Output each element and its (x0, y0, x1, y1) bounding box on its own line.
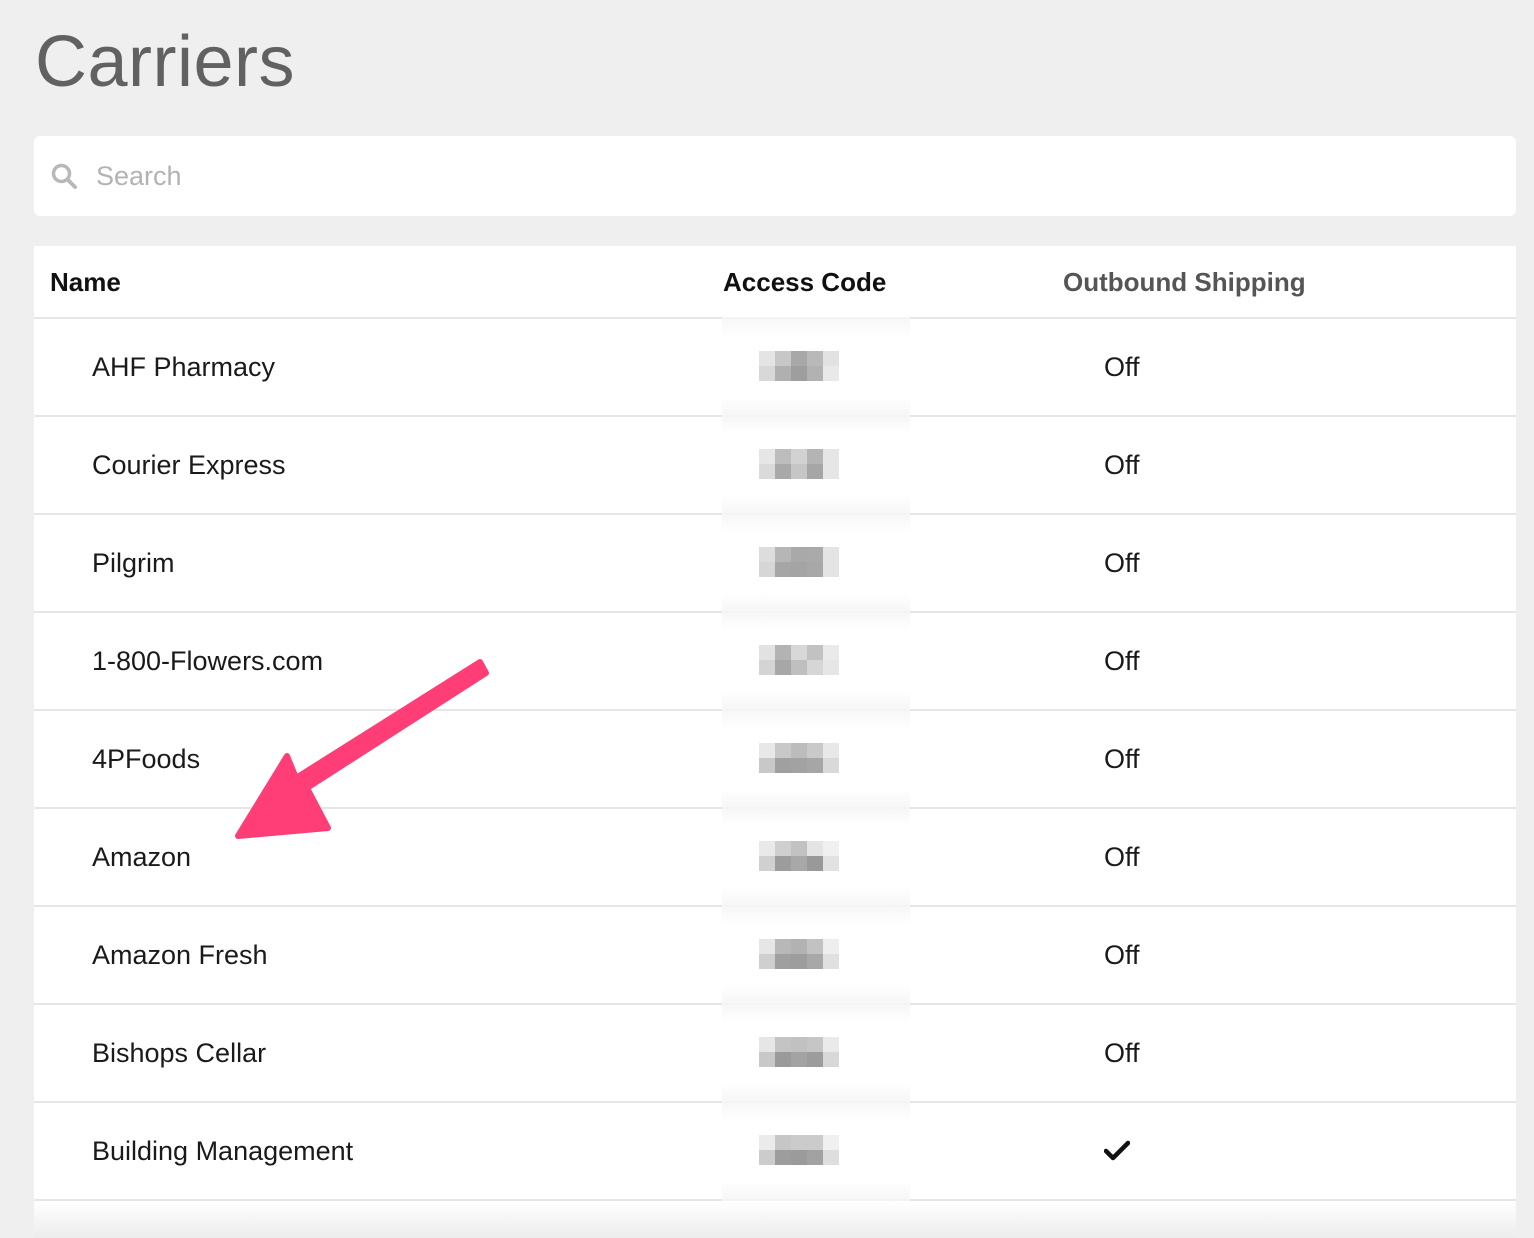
column-header-name[interactable]: Name (50, 266, 121, 298)
access-code-redacted (722, 611, 910, 711)
access-code-redacted (722, 1003, 910, 1103)
column-header-outbound-shipping[interactable]: Outbound Shipping (1063, 266, 1306, 298)
access-code-redacted (722, 807, 910, 907)
redacted-pixelation (759, 939, 839, 969)
outbound-shipping-status: Off (1104, 842, 1140, 872)
scroll-fade (34, 1202, 1516, 1238)
outbound-shipping-status: Off (1104, 548, 1140, 578)
outbound-shipping-status: Off (1104, 744, 1140, 774)
table-row[interactable]: Bishops Cellar Off (34, 1003, 1516, 1103)
page-title: Carriers (35, 22, 296, 102)
outbound-shipping-status: Off (1104, 646, 1140, 676)
redacted-pixelation (759, 743, 839, 773)
access-code-redacted (722, 415, 910, 515)
table-body: AHF Pharmacy Off Courier Express Off Pilgrim… (34, 317, 1516, 1201)
access-code-redacted (722, 905, 910, 1005)
carrier-name: Building Management (92, 1136, 354, 1166)
redacted-pixelation (759, 547, 839, 577)
redacted-pixelation (759, 841, 839, 871)
table-row[interactable]: Building Management (34, 1101, 1516, 1201)
carrier-name: Courier Express (92, 450, 286, 480)
column-header-access-code[interactable]: Access Code (723, 266, 886, 298)
redacted-pixelation (759, 449, 839, 479)
redacted-pixelation (759, 351, 839, 381)
carrier-name: Amazon Fresh (92, 940, 268, 970)
table-header: Name Access Code Outbound Shipping (34, 246, 1516, 319)
table-row[interactable]: Amazon Off (34, 807, 1516, 907)
table-row[interactable]: AHF Pharmacy Off (34, 317, 1516, 417)
redacted-pixelation (759, 1135, 839, 1165)
redacted-pixelation (759, 645, 839, 675)
access-code-redacted (722, 1101, 910, 1201)
search-icon (51, 163, 77, 189)
outbound-shipping-status: Off (1104, 450, 1140, 480)
carrier-name: 4PFoods (92, 744, 201, 774)
access-code-redacted (722, 513, 910, 613)
redacted-pixelation (759, 1037, 839, 1067)
table-row[interactable]: 4PFoods Off (34, 709, 1516, 809)
outbound-shipping-status: Off (1104, 940, 1140, 970)
search-box[interactable] (34, 136, 1516, 216)
carriers-table: Name Access Code Outbound Shipping AHF P… (34, 246, 1516, 1238)
table-row[interactable]: Courier Express Off (34, 415, 1516, 515)
carrier-name: Bishops Cellar (92, 1038, 267, 1068)
search-input[interactable] (96, 156, 1456, 196)
table-row[interactable]: Pilgrim Off (34, 513, 1516, 613)
access-code-redacted (722, 709, 910, 809)
table-row[interactable]: 1-800-Flowers.com Off (34, 611, 1516, 711)
carrier-name: Pilgrim (92, 548, 175, 578)
table-row[interactable]: Amazon Fresh Off (34, 905, 1516, 1005)
outbound-shipping-status: Off (1104, 352, 1140, 382)
access-code-redacted (722, 317, 910, 417)
checkmark-icon (1104, 1140, 1130, 1161)
carrier-name: 1-800-Flowers.com (92, 646, 324, 676)
carrier-name: Amazon (92, 842, 192, 872)
carrier-name: AHF Pharmacy (92, 352, 276, 382)
outbound-shipping-status: Off (1104, 1038, 1140, 1068)
